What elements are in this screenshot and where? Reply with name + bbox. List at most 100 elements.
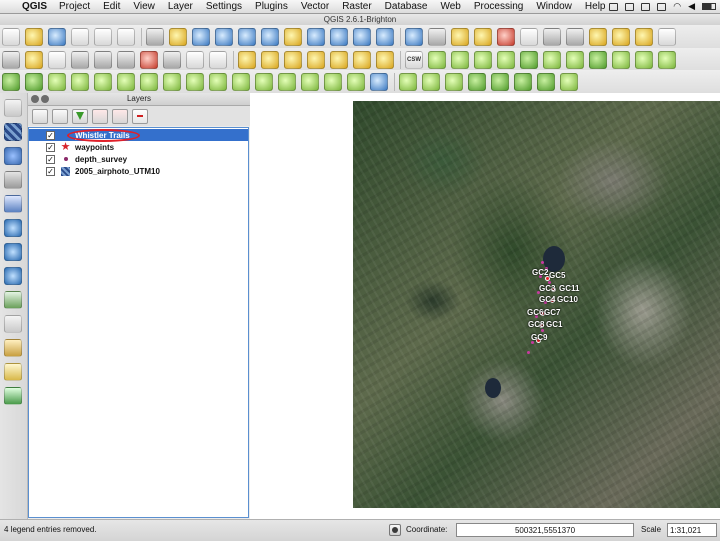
close-panel-icon[interactable] — [31, 95, 39, 103]
add-mssql-layer-icon[interactable] — [4, 195, 22, 213]
zoom-to-layer-icon[interactable] — [307, 27, 325, 46]
paste-features-icon[interactable] — [209, 50, 227, 69]
add-raster-layer-icon[interactable] — [4, 123, 22, 141]
reshape-features-icon[interactable] — [209, 72, 227, 91]
new-spatialite-layer-icon[interactable] — [4, 339, 22, 357]
menu-processing[interactable]: Processing — [474, 1, 523, 12]
zoom-to-selection-icon[interactable] — [284, 27, 302, 46]
add-spatialite-layer-icon[interactable] — [4, 171, 22, 189]
layer-visibility-checkbox[interactable]: ✓ — [46, 142, 55, 152]
csw-button[interactable]: CSW — [405, 50, 423, 69]
zoom-full-icon[interactable] — [261, 27, 279, 46]
add-gps-data-icon[interactable] — [4, 363, 22, 381]
clipboard-icon[interactable] — [625, 2, 635, 11]
plugin-tool-6-icon[interactable] — [543, 50, 561, 69]
merge-selected-icon[interactable] — [301, 72, 319, 91]
plugin-tool-9-icon[interactable] — [612, 50, 630, 69]
delete-selected-icon[interactable] — [140, 50, 158, 69]
app-menu[interactable]: QGIS — [22, 1, 47, 12]
change-label-icon[interactable] — [376, 50, 394, 69]
add-group-icon[interactable] — [52, 108, 68, 124]
move-label-icon[interactable] — [330, 50, 348, 69]
zoom-actual-size-icon[interactable] — [238, 27, 256, 46]
plugin-tool-5-icon[interactable] — [520, 50, 538, 69]
layer-item-airphoto[interactable]: ✓ 2005_airphoto_UTM10 — [29, 165, 248, 177]
topology-checker-icon[interactable] — [468, 72, 486, 91]
split-parts-icon[interactable] — [278, 72, 296, 91]
plugin-tool-8-icon[interactable] — [589, 50, 607, 69]
filter-legend-icon[interactable] — [72, 108, 88, 124]
split-features-icon[interactable] — [255, 72, 273, 91]
map-tips-icon[interactable] — [589, 27, 607, 46]
undo-icon[interactable] — [2, 72, 20, 91]
show-hide-labels-icon[interactable] — [307, 50, 325, 69]
layer-visibility-checkbox[interactable]: ✓ — [46, 166, 55, 176]
show-bookmarks-icon[interactable] — [635, 27, 653, 46]
menu-window[interactable]: Window — [536, 1, 572, 12]
add-wfs-layer-icon[interactable] — [4, 267, 22, 285]
current-edits-icon[interactable] — [2, 50, 20, 69]
toggle-coordinate-display-icon[interactable] — [389, 524, 401, 536]
georeferencer-icon[interactable] — [399, 72, 417, 91]
identify-features-icon[interactable] — [405, 27, 423, 46]
layer-visibility-checkbox[interactable]: ✓ — [46, 130, 55, 140]
scale-field[interactable]: 1:31,021 — [667, 523, 717, 537]
save-layer-edits-icon[interactable] — [48, 50, 66, 69]
save-as-icon[interactable] — [71, 27, 89, 46]
dropbox-icon[interactable] — [609, 2, 619, 11]
plugin-tool-11-icon[interactable] — [658, 50, 676, 69]
delete-ring-icon[interactable] — [163, 72, 181, 91]
interpolation-icon[interactable] — [537, 72, 555, 91]
deselect-all-icon[interactable] — [474, 27, 492, 46]
fill-ring-icon[interactable] — [140, 72, 158, 91]
remove-layer-icon[interactable] — [132, 108, 148, 124]
new-shapefile-layer-icon[interactable] — [4, 315, 22, 333]
new-bookmark-icon[interactable] — [612, 27, 630, 46]
collapse-all-icon[interactable] — [112, 108, 128, 124]
layer-item-whistler-trails[interactable]: ✓ Whistler Trails — [29, 129, 248, 142]
save-project-icon[interactable] — [48, 27, 66, 46]
statistics-icon[interactable] — [543, 27, 561, 46]
new-project-icon[interactable] — [2, 27, 20, 46]
copy-features-icon[interactable] — [186, 50, 204, 69]
field-calculator-icon[interactable] — [497, 27, 515, 46]
add-part-icon[interactable] — [117, 72, 135, 91]
run-feature-action-icon[interactable] — [428, 27, 446, 46]
bluetooth-icon[interactable] — [657, 2, 667, 11]
layer-style-icon[interactable] — [32, 108, 48, 124]
zoom-in-icon[interactable] — [192, 27, 210, 46]
menu-vector[interactable]: Vector — [301, 1, 329, 12]
pan-to-selection-icon[interactable] — [169, 27, 187, 46]
float-panel-icon[interactable] — [41, 95, 49, 103]
rotate-icon[interactable] — [370, 72, 388, 91]
layer-item-waypoints[interactable]: ✓ ★ waypoints — [29, 141, 248, 153]
airphoto-raster[interactable]: GC2 GC5 GC3 GC11 GC4 GC10 GC6 GC7 GC8 GC… — [353, 101, 720, 508]
screen-icon[interactable] — [641, 2, 651, 11]
volume-icon[interactable]: ◀ — [688, 1, 695, 12]
zoom-out-icon[interactable] — [215, 27, 233, 46]
add-vector-layer-icon[interactable] — [4, 99, 22, 117]
new-print-composer-icon[interactable] — [94, 27, 112, 46]
composer-manager-icon[interactable] — [117, 27, 135, 46]
menu-plugins[interactable]: Plugins — [255, 1, 288, 12]
plugin-tool-1-icon[interactable] — [428, 50, 446, 69]
plugin-tool-4-icon[interactable] — [497, 50, 515, 69]
grass-tools-icon[interactable] — [560, 72, 578, 91]
add-postgis-layer-icon[interactable] — [4, 147, 22, 165]
simplify-feature-icon[interactable] — [71, 72, 89, 91]
zoom-next-icon[interactable] — [353, 27, 371, 46]
pin-labels-icon[interactable] — [284, 50, 302, 69]
menu-raster[interactable]: Raster — [342, 1, 371, 12]
layer-visibility-checkbox[interactable]: ✓ — [46, 154, 55, 164]
label-tool-icon[interactable] — [238, 50, 256, 69]
open-project-icon[interactable] — [25, 27, 43, 46]
menu-layer[interactable]: Layer — [168, 1, 193, 12]
node-tool-icon[interactable] — [117, 50, 135, 69]
spatial-query-icon[interactable] — [445, 72, 463, 91]
battery-icon[interactable] — [702, 3, 716, 10]
add-oracle-layer-icon[interactable] — [4, 387, 22, 405]
road-graph-icon[interactable] — [491, 72, 509, 91]
plugin-tool-3-icon[interactable] — [474, 50, 492, 69]
coordinate-field[interactable]: 500321,5551370 — [456, 523, 634, 537]
add-wms-layer-icon[interactable] — [4, 219, 22, 237]
